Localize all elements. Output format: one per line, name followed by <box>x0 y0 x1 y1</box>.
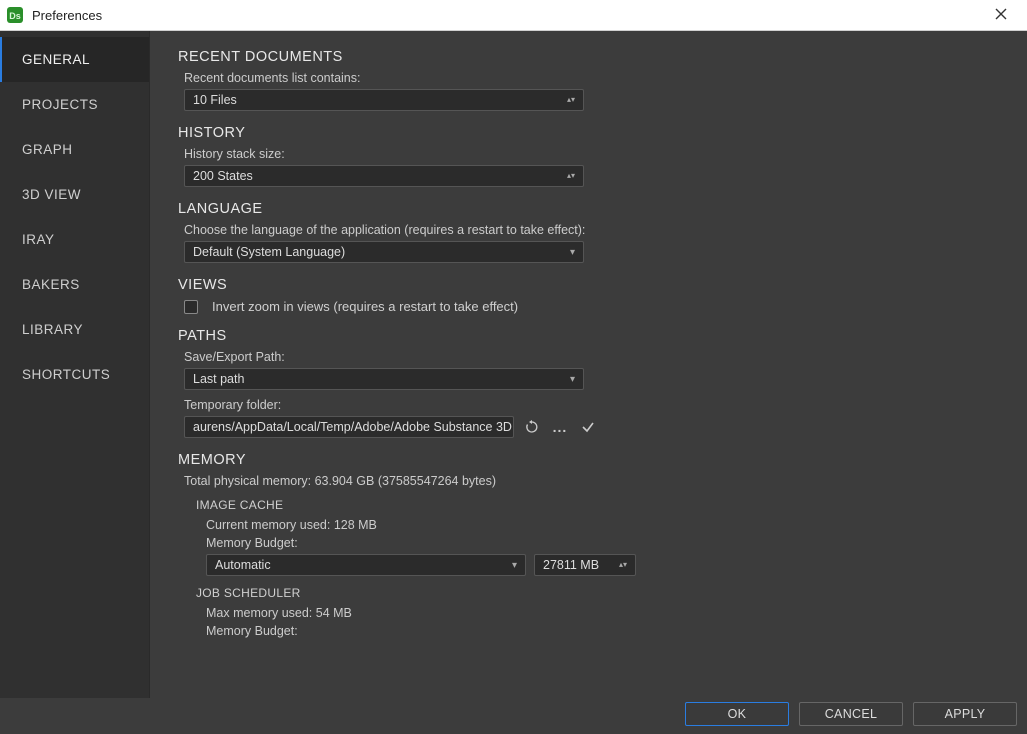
button-label: APPLY <box>945 707 986 721</box>
job-scheduler-heading: JOB SCHEDULER <box>196 586 997 600</box>
chevron-down-icon: ▾ <box>570 374 575 385</box>
nav-label: BAKERS <box>22 277 80 292</box>
invert-zoom-label: Invert zoom in views (requires a restart… <box>212 299 518 314</box>
nav-label: IRAY <box>22 232 55 247</box>
nav-graph[interactable]: GRAPH <box>0 127 149 172</box>
nav-shortcuts[interactable]: SHORTCUTS <box>0 352 149 397</box>
nav-3d-view[interactable]: 3D VIEW <box>0 172 149 217</box>
select-value: Last path <box>193 372 244 386</box>
nav-label: PROJECTS <box>22 97 98 112</box>
spinner-value: 200 States <box>193 169 253 183</box>
main-panel: RECENT DOCUMENTS Recent documents list c… <box>150 31 1027 698</box>
temp-folder-label: Temporary folder: <box>184 398 997 412</box>
nav-library[interactable]: LIBRARY <box>0 307 149 352</box>
reset-path-button[interactable] <box>522 417 542 437</box>
chevron-down-icon: ▾ <box>570 247 575 258</box>
button-label: OK <box>728 707 747 721</box>
browse-path-button[interactable]: ... <box>550 417 570 437</box>
nav-label: LIBRARY <box>22 322 83 337</box>
cancel-button[interactable]: CANCEL <box>799 702 903 726</box>
nav-bakers[interactable]: BAKERS <box>0 262 149 307</box>
spinner-arrows-icon: ▴▾ <box>567 97 575 103</box>
close-icon <box>995 8 1007 20</box>
nav-label: GENERAL <box>22 52 90 67</box>
job-memory-budget-label: Memory Budget: <box>206 624 997 638</box>
chevron-down-icon: ▾ <box>512 560 517 571</box>
app-icon: Ds <box>6 6 24 24</box>
confirm-path-button[interactable] <box>578 417 598 437</box>
nav-iray[interactable]: IRAY <box>0 217 149 262</box>
history-stack-spinner[interactable]: 200 States ▴▾ <box>184 165 584 187</box>
title-bar: Ds Preferences <box>0 0 1027 31</box>
memory-budget-mode-select[interactable]: Automatic ▾ <box>206 554 526 576</box>
recent-documents-label: Recent documents list contains: <box>184 71 997 85</box>
check-icon <box>581 420 595 434</box>
nav-projects[interactable]: PROJECTS <box>0 82 149 127</box>
section-memory: MEMORY <box>178 452 997 468</box>
spinner-value: 27811 MB <box>543 558 599 572</box>
ok-button[interactable]: OK <box>685 702 789 726</box>
memory-budget-label: Memory Budget: <box>206 536 997 550</box>
button-label: CANCEL <box>825 707 878 721</box>
footer: OK CANCEL APPLY <box>0 698 1027 734</box>
apply-button[interactable]: APPLY <box>913 702 1017 726</box>
close-button[interactable] <box>981 7 1021 23</box>
total-memory-label: Total physical memory: 63.904 GB (375855… <box>184 474 997 488</box>
temp-folder-input[interactable]: aurens/AppData/Local/Temp/Adobe/Adobe Su… <box>184 416 514 438</box>
memory-budget-value-spinner[interactable]: 27811 MB ▴▾ <box>534 554 636 576</box>
current-memory-used: Current memory used: 128 MB <box>206 518 997 532</box>
spinner-value: 10 Files <box>193 93 237 107</box>
nav-label: GRAPH <box>22 142 73 157</box>
section-history: HISTORY <box>178 125 997 141</box>
recent-documents-spinner[interactable]: 10 Files ▴▾ <box>184 89 584 111</box>
select-value: Automatic <box>215 558 271 572</box>
nav-general[interactable]: GENERAL <box>0 37 149 82</box>
sidebar: GENERAL PROJECTS GRAPH 3D VIEW IRAY BAKE… <box>0 31 150 698</box>
nav-label: 3D VIEW <box>22 187 81 202</box>
section-views: VIEWS <box>178 277 997 293</box>
history-stack-label: History stack size: <box>184 147 997 161</box>
image-cache-heading: IMAGE CACHE <box>196 498 997 512</box>
invert-zoom-checkbox[interactable] <box>184 300 198 314</box>
spinner-arrows-icon: ▴▾ <box>567 173 575 179</box>
select-value: Default (System Language) <box>193 245 345 259</box>
job-max-memory-used: Max memory used: 54 MB <box>206 606 997 620</box>
section-paths: PATHS <box>178 328 997 344</box>
section-language: LANGUAGE <box>178 201 997 217</box>
section-recent-documents: RECENT DOCUMENTS <box>178 49 997 65</box>
window-title: Preferences <box>32 8 102 23</box>
save-path-label: Save/Export Path: <box>184 350 997 364</box>
language-select[interactable]: Default (System Language) ▾ <box>184 241 584 263</box>
save-path-select[interactable]: Last path ▾ <box>184 368 584 390</box>
language-label: Choose the language of the application (… <box>184 223 997 237</box>
svg-text:Ds: Ds <box>9 11 21 21</box>
spinner-arrows-icon: ▴▾ <box>619 562 627 568</box>
nav-label: SHORTCUTS <box>22 367 110 382</box>
input-value: aurens/AppData/Local/Temp/Adobe/Adobe Su… <box>193 420 514 434</box>
refresh-icon <box>525 420 539 434</box>
